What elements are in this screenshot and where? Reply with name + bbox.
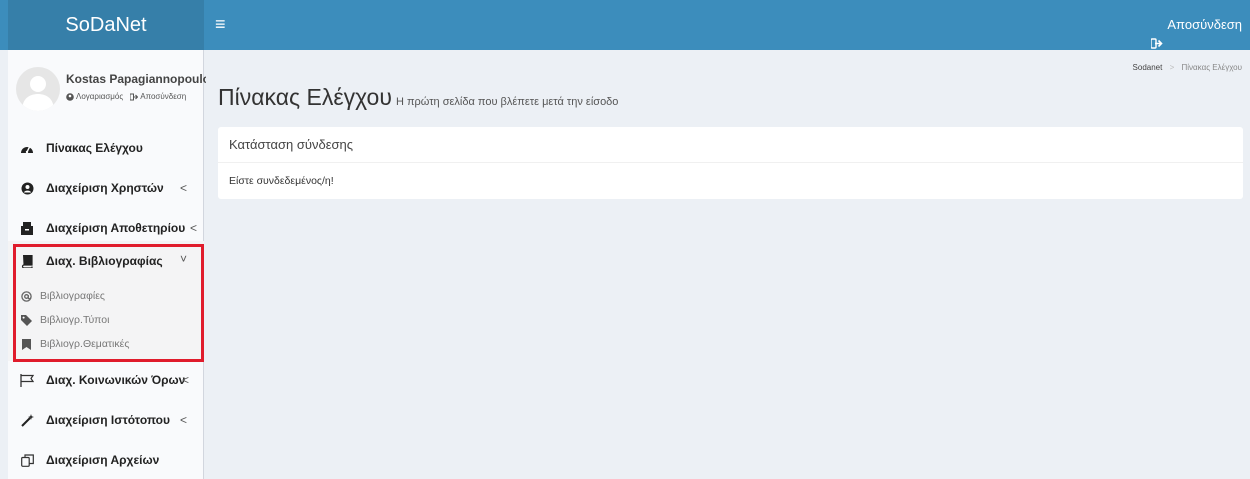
user-name: Kostas Papagiannopoulo <box>66 72 206 86</box>
sidebar-item-label: Διαχείριση Χρηστών <box>46 181 164 195</box>
breadcrumb-current: Πίνακας Ελέγχου <box>1181 63 1243 72</box>
sidebar-item-label: Πίνακας Ελέγχου <box>46 141 143 155</box>
chevron-left-icon: < <box>182 373 190 387</box>
sidebar-item-label: Διαχ. Κοινωνικών Όρων <box>46 373 186 387</box>
app-logo[interactable]: SoDaNet <box>8 0 204 50</box>
chevron-left-icon: < <box>180 181 188 195</box>
breadcrumb-separator: > <box>1169 63 1175 72</box>
sidebar-item-website[interactable]: Διαχείριση Ιστότοπου < <box>8 400 204 440</box>
account-link-label: Λογαριασμός <box>76 92 124 101</box>
user-panel: Kostas Papagiannopoulo Λογαριασμός Αποσύ… <box>8 50 206 132</box>
user-circle-icon <box>66 92 74 101</box>
breadcrumb: Sodanet > Πίνακας Ελέγχου <box>1133 63 1242 72</box>
sidebar-item-files[interactable]: Διαχείριση Αρχείων <box>8 440 204 479</box>
magic-wand-icon <box>20 413 34 427</box>
dashboard-icon <box>20 141 34 155</box>
breadcrumb-root[interactable]: Sodanet <box>1133 63 1163 72</box>
sidebar-item-social-terms[interactable]: Διαχ. Κοινωνικών Όρων < <box>8 360 204 400</box>
top-navbar: SoDaNet ≡ Αποσύνδεση <box>0 0 1250 50</box>
archive-icon <box>20 221 34 235</box>
connection-status-box: Κατάσταση σύνδεσης Είστε συνδεδεμένος/η! <box>218 127 1243 199</box>
sidebar-item-label: Διαχείριση Αρχείων <box>46 453 160 467</box>
sidebar-item-label: Διαχείριση Αποθετηρίου <box>46 221 186 235</box>
header-logout-label: Αποσύνδεση <box>1167 17 1242 32</box>
page-title: Πίνακας Ελέγχου Η πρώτη σελίδα που βλέπετ… <box>218 84 618 111</box>
status-message: Είστε συνδεδεμένος/η! <box>229 175 334 187</box>
highlight-annotation <box>13 244 204 362</box>
sidebar-item-dashboard[interactable]: Πίνακας Ελέγχου <box>8 128 204 168</box>
user-logout-link[interactable]: Αποσύνδεση <box>130 92 186 101</box>
user-circle-icon <box>20 181 34 195</box>
sidebar-item-label: Διαχείριση Ιστότοπου <box>46 413 170 427</box>
page-subtitle: Η πρώτη σελίδα που βλέπετε μετά την είσο… <box>395 96 619 108</box>
page-title-text: Πίνακας Ελέγχου <box>218 84 392 110</box>
user-logout-label: Αποσύνδεση <box>140 92 187 101</box>
sidebar-item-user-management[interactable]: Διαχείριση Χρηστών < <box>8 168 204 208</box>
box-title: Κατάσταση σύνδεσης <box>218 127 1243 163</box>
chevron-left-icon: < <box>180 413 188 427</box>
files-icon <box>20 453 34 467</box>
avatar <box>16 67 60 111</box>
header-logout-link[interactable]: Αποσύνδεση <box>1150 0 1242 50</box>
sign-out-icon <box>130 93 139 100</box>
flag-icon <box>20 373 34 387</box>
sidebar-toggle-button[interactable]: ≡ <box>215 14 226 34</box>
chevron-left-icon: < <box>190 221 198 235</box>
sign-out-icon <box>1150 20 1164 49</box>
account-link[interactable]: Λογαριασμός <box>66 92 123 101</box>
user-links: Λογαριασμός Αποσύνδεση <box>66 92 186 101</box>
